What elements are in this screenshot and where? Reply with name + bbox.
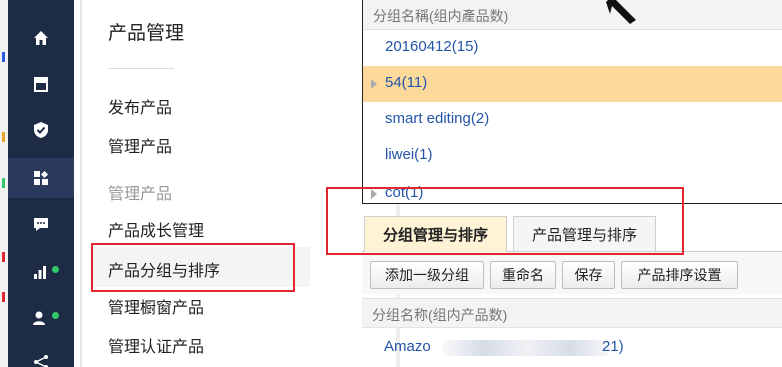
edge-mark <box>2 52 5 62</box>
sort-settings-button[interactable]: 产品排序设置 <box>621 261 738 289</box>
list-item-count: 21) <box>602 338 624 355</box>
nav-item-publish-product[interactable]: 发布产品 <box>108 94 172 118</box>
group-tree-header-label: 分组名称(组内产品数) <box>372 307 508 323</box>
list-item-label: Amazo <box>384 338 431 355</box>
list-item-label: smart editing(2) <box>385 110 490 127</box>
edge-mark <box>2 132 5 142</box>
home-icon <box>34 31 48 45</box>
toolbar: 添加一级分组 重命名 保存 产品排序设置 <box>362 252 782 294</box>
rail-users[interactable] <box>8 298 74 338</box>
online-dot <box>52 266 59 273</box>
list-item[interactable]: liwei(1) <box>363 138 782 174</box>
edge-mark <box>2 292 5 302</box>
icon-rail <box>0 0 82 367</box>
save-button[interactable]: 保存 <box>562 261 615 289</box>
nav-item-certified-products[interactable]: 管理认证产品 <box>108 333 204 357</box>
rail-apps[interactable] <box>8 158 74 198</box>
rail-store[interactable] <box>8 64 74 104</box>
list-item-label: liwei(1) <box>385 146 433 163</box>
list-item-selected[interactable]: 54(11) <box>363 66 782 102</box>
page-title: 产品管理 <box>108 23 185 44</box>
group-list-header-label: 分组名稱(组内產品数) <box>373 8 509 24</box>
edge-mark <box>2 178 5 188</box>
group-tree-header: 分组名称(组内产品数) <box>362 298 782 328</box>
nav-section-heading: 管理产品 <box>108 186 173 203</box>
share-icon <box>34 355 48 367</box>
store-icon <box>34 77 48 92</box>
main-panel: 分组名稱(组内產品数) 20160412(15) 54(11) smart ed… <box>362 0 782 367</box>
rail-home[interactable] <box>8 18 74 58</box>
list-item[interactable]: Amazo 21) <box>362 330 782 366</box>
group-list-panel: 分组名稱(组内產品数) 20160412(15) 54(11) smart ed… <box>362 0 782 204</box>
highlight-box-nav <box>91 243 295 292</box>
sub-navigation: 产品管理 发布产品 管理产品 管理产品 产品成长管理 产品分组与排序 管理橱窗产… <box>82 0 400 367</box>
list-item[interactable]: 20160412(15) <box>363 30 782 66</box>
shield-icon <box>34 122 48 138</box>
nav-item-manage-products[interactable]: 管理产品 <box>108 133 172 157</box>
add-group-button[interactable]: 添加一级分组 <box>370 261 484 289</box>
nav-item-showcase-products[interactable]: 管理橱窗产品 <box>108 294 204 318</box>
highlight-box-tabs <box>326 187 684 255</box>
online-dot <box>52 312 59 319</box>
list-item[interactable]: smart editing(2) <box>363 102 782 138</box>
rail-shield[interactable] <box>8 110 74 150</box>
apps-icon <box>34 170 49 185</box>
redacted-text <box>442 340 612 356</box>
rail-messages[interactable] <box>8 204 74 244</box>
rail-share[interactable] <box>8 342 74 367</box>
divider <box>108 68 174 69</box>
edge-mark <box>2 252 5 262</box>
message-icon <box>34 218 48 231</box>
list-item-label: 54(11) <box>385 74 428 91</box>
rename-button[interactable]: 重命名 <box>490 261 556 289</box>
rail-analytics[interactable] <box>8 252 74 292</box>
expand-arrow-icon[interactable] <box>371 79 377 89</box>
cursor-icon <box>606 0 636 24</box>
users-icon <box>33 311 45 325</box>
chart-icon <box>34 266 46 279</box>
nav-item-product-growth[interactable]: 产品成长管理 <box>108 217 204 241</box>
list-item-label: 20160412(15) <box>385 38 479 55</box>
group-list-header: 分组名稱(组内產品数) <box>363 0 782 30</box>
